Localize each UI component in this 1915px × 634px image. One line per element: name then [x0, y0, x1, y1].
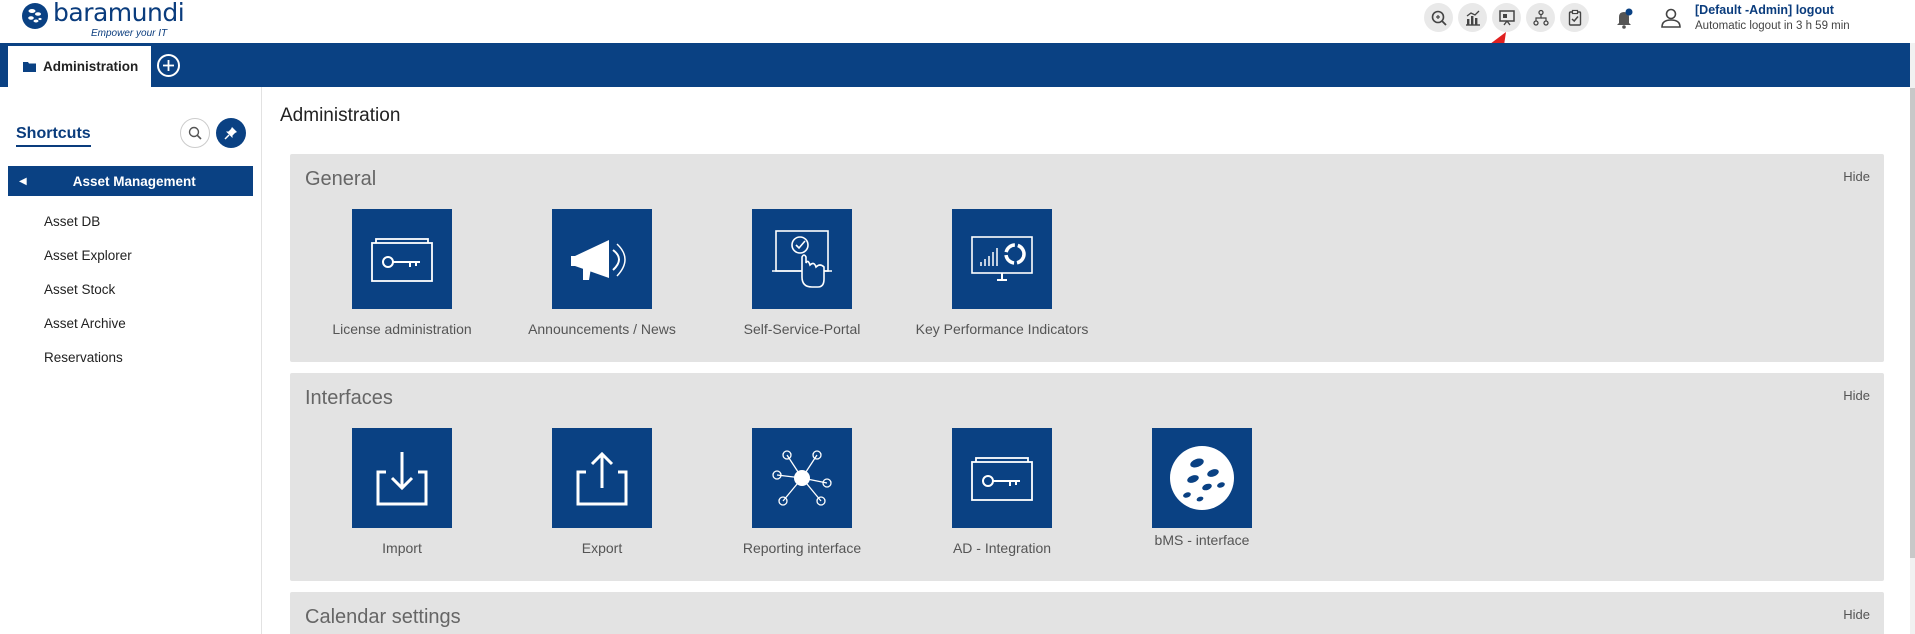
collapse-caret-icon: ◀: [19, 175, 27, 187]
user-name: [Default -Admin]: [1695, 3, 1793, 17]
shortcut-group-label: Asset Management: [72, 173, 196, 189]
page-title: Administration: [280, 105, 401, 126]
tile-label: Import: [382, 540, 422, 556]
tile-label: License administration: [332, 321, 472, 337]
section-interfaces: Interfaces Hide Import Export Reporting …: [290, 373, 1884, 581]
presentation-icon[interactable]: [1492, 3, 1521, 32]
scrollbar-thumb[interactable]: [1910, 88, 1915, 558]
shortcut-group-asset-management[interactable]: ◀ Asset Management: [8, 166, 253, 196]
tile-announcements-news[interactable]: Announcements / News: [502, 209, 702, 337]
tile-label: Self-Service-Portal: [743, 321, 861, 337]
tab-administration[interactable]: Administration: [8, 46, 151, 87]
tile-label: AD - Integration: [952, 540, 1052, 556]
pin-icon: [224, 127, 237, 140]
tile-label: Announcements / News: [528, 321, 676, 337]
network-hub-icon: [752, 428, 852, 528]
tile-self-service-portal[interactable]: Self-Service-Portal: [702, 209, 902, 337]
tile-label: Reporting interface: [742, 540, 862, 556]
pin-shortcut-button[interactable]: [216, 118, 246, 148]
shortcut-item-asset-stock[interactable]: Asset Stock: [44, 282, 132, 316]
touch-screen-icon: [752, 209, 852, 309]
export-icon: [552, 428, 652, 528]
baramundi-sphere-icon: [1152, 428, 1252, 528]
tile-reporting-interface[interactable]: Reporting interface: [702, 428, 902, 556]
tile-ad-integration[interactable]: AD - Integration: [902, 428, 1102, 556]
hide-button[interactable]: Hide: [1843, 607, 1870, 622]
tile-license-administration[interactable]: License administration: [302, 209, 502, 337]
shortcut-list: Asset DB Asset Explorer Asset Stock Asse…: [44, 214, 132, 384]
tile-label: bMS - interface: [1154, 532, 1250, 548]
vertical-scrollbar[interactable]: [1910, 43, 1915, 634]
autologout-timer: Automatic logout in 3 h 59 min: [1695, 20, 1850, 32]
user-avatar-icon[interactable]: [1659, 6, 1683, 30]
shortcuts-sidebar: Shortcuts ◀ Asset Management Asset DB As…: [0, 87, 262, 634]
brand-name: baramundi: [53, 0, 185, 27]
kpi-monitor-icon: [952, 209, 1052, 309]
main-content: Administration General Hide License admi…: [263, 87, 1910, 634]
megaphone-icon: [552, 209, 652, 309]
tab-label: Administration: [43, 59, 139, 74]
tile-export[interactable]: Export: [502, 428, 702, 556]
import-icon: [352, 428, 452, 528]
tile-key-performance-indicators[interactable]: Key Performance Indicators: [902, 209, 1102, 337]
tile-import[interactable]: Import: [302, 428, 502, 556]
folder-icon: [23, 62, 36, 72]
brand-logo[interactable]: baramundi Empower your IT: [21, 0, 185, 43]
notification-bell-icon[interactable]: [1613, 6, 1635, 30]
user-logout-link[interactable]: [Default -Admin] logout: [1695, 3, 1834, 17]
header-toolbar: [1424, 3, 1589, 33]
license-keys-icon: [352, 209, 452, 309]
search-icon: [188, 126, 202, 140]
hide-button[interactable]: Hide: [1843, 388, 1870, 403]
app-window: baramundi Empower your IT [Default -Admi…: [0, 0, 1915, 634]
section-calendar-settings: Calendar settings Hide: [290, 592, 1884, 634]
section-title: Interfaces: [305, 387, 393, 409]
hide-button[interactable]: Hide: [1843, 169, 1870, 184]
section-general: General Hide License administration Anno…: [290, 154, 1884, 362]
brand-tagline: Empower your IT: [91, 28, 168, 39]
shortcut-item-asset-explorer[interactable]: Asset Explorer: [44, 248, 132, 282]
clipboard-check-icon[interactable]: [1560, 3, 1589, 32]
add-tab-button[interactable]: [157, 54, 180, 77]
section-title: General: [305, 168, 377, 190]
baramundi-logo-icon: [22, 3, 48, 29]
shortcut-item-asset-db[interactable]: Asset DB: [44, 214, 132, 248]
ad-keys-icon: [952, 428, 1052, 528]
shortcut-item-asset-archive[interactable]: Asset Archive: [44, 316, 132, 350]
logout-label: logout: [1795, 3, 1834, 17]
tab-bar: Administration: [0, 43, 1910, 87]
tile-bms-interface[interactable]: bMS - interface: [1102, 428, 1302, 548]
search-report-icon[interactable]: [1424, 3, 1453, 32]
shortcut-search-button[interactable]: [180, 118, 210, 148]
statistics-icon[interactable]: [1458, 3, 1487, 32]
top-bar: baramundi Empower your IT [Default -Admi…: [0, 0, 1915, 43]
section-title: Calendar settings: [305, 606, 461, 628]
shortcuts-title: Shortcuts: [16, 125, 91, 147]
plus-icon: [163, 60, 174, 71]
tile-label: Export: [581, 540, 623, 556]
tile-label: Key Performance Indicators: [915, 321, 1089, 337]
hierarchy-icon[interactable]: [1526, 3, 1555, 32]
shortcut-item-reservations[interactable]: Reservations: [44, 350, 132, 384]
